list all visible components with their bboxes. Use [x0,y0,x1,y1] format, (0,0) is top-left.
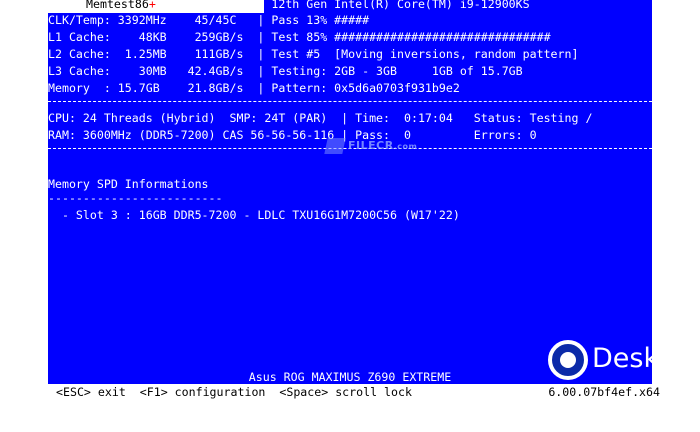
desktop-logo-icon [548,340,588,380]
clk-temp-line: CLK/Temp: 3392MHz 45/45C | Pass 13% ####… [48,13,370,27]
spd-slot-3: - Slot 3 : 16GB DDR5-7200 - LDLC TXU16G1… [48,208,460,222]
spd-underline: ------------------------- [48,191,223,205]
version-label: 6.00.07bf4ef.x64 [548,385,660,399]
separator-1 [48,101,652,102]
filecr-watermark: FILECR.com [324,137,417,155]
l1-cache-line: L1 Cache: 48KB 259GB/s | Test 85% ######… [48,30,551,44]
filecr-logo-icon [324,138,346,154]
desktop-watermark: DeskTop [592,343,700,374]
memtest-screen: Memtest86+ | 12th Gen Intel(R) Core(TM) … [48,0,652,384]
memory-line: Memory : 15.7GB 21.8GB/s | Pattern: 0x5d… [48,81,460,95]
key-hints: <ESC> exit <F1> configuration <Space> sc… [56,385,412,399]
key-bar: <ESC> exit <F1> configuration <Space> sc… [0,384,700,400]
cpu-status-line: CPU: 24 Threads (Hybrid) SMP: 24T (PAR) … [48,111,593,125]
ram-status-line: RAM: 3600MHz (DDR5-7200) CAS 56-56-56-11… [48,128,537,142]
l3-cache-line: L3 Cache: 30MB 42.4GB/s | Testing: 2GB -… [48,64,523,78]
l2-cache-line: L2 Cache: 1.25MB 111GB/s | Test #5 [Movi… [48,47,579,61]
